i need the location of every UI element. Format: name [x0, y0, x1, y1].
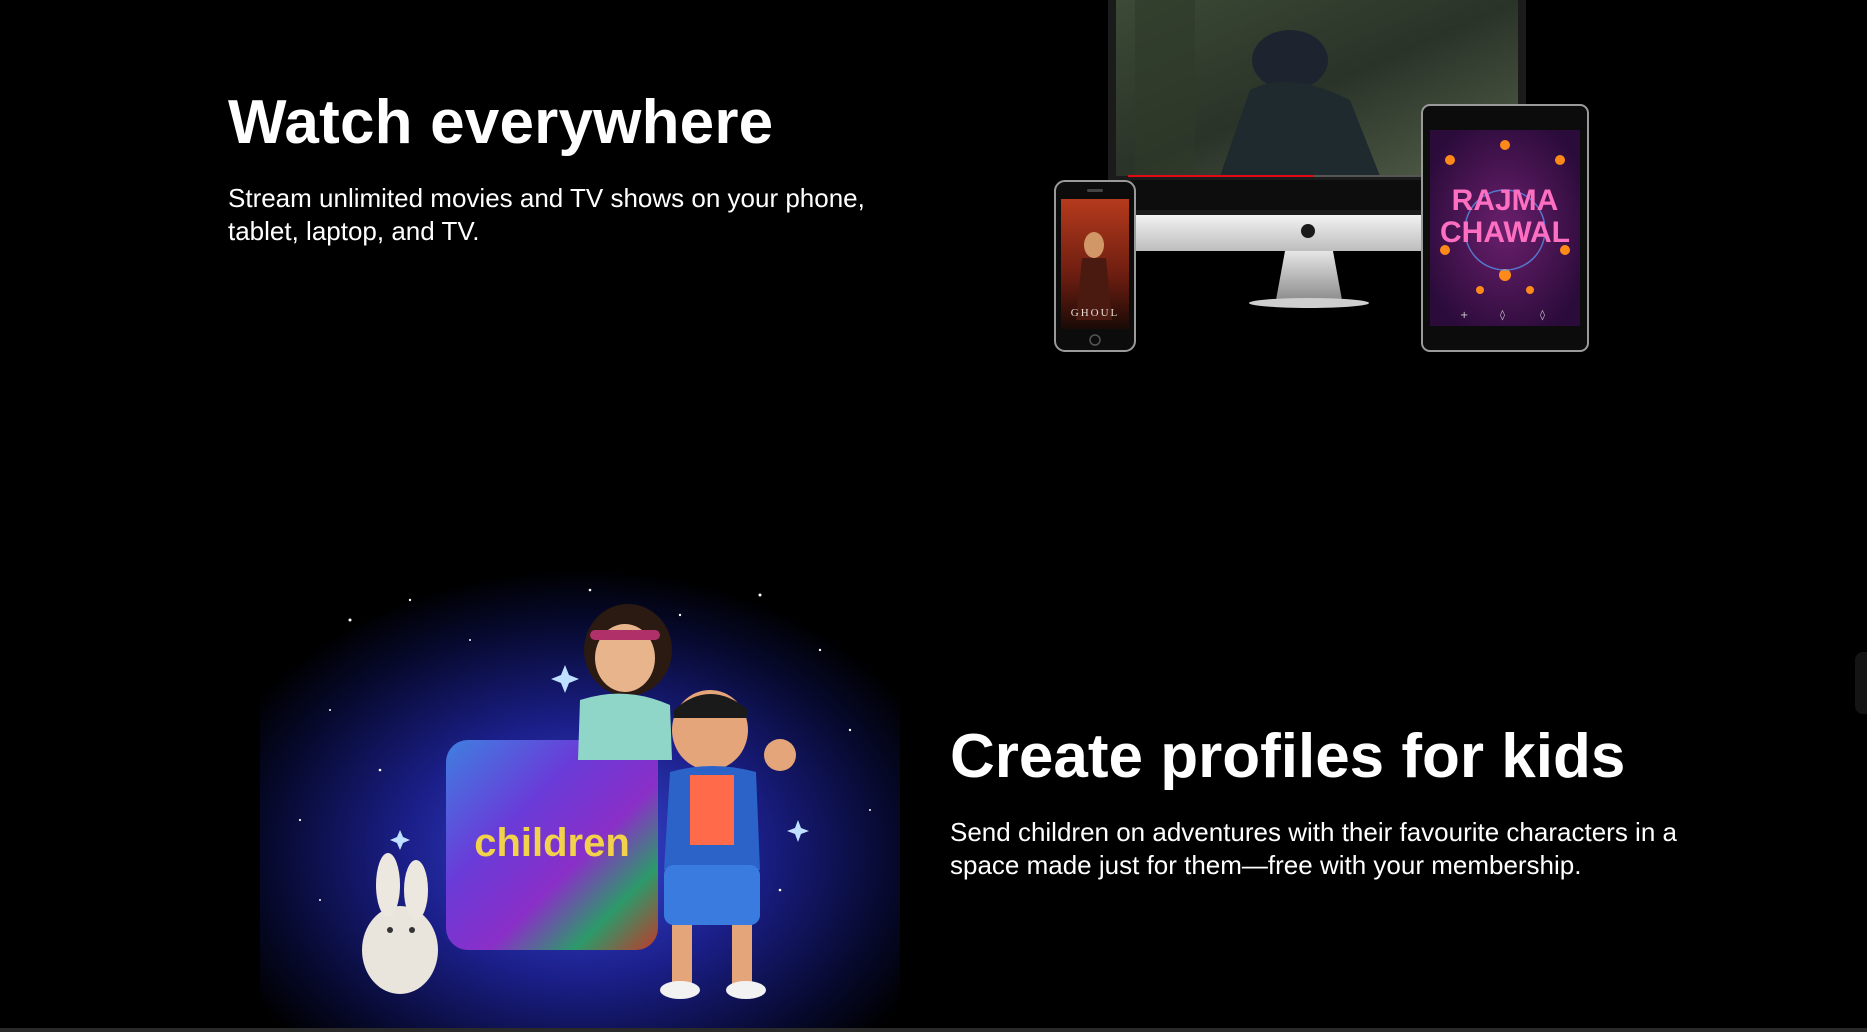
section-divider [0, 1028, 1867, 1032]
devices-illustration: GHOUL RAJMA CHAWAL + ◊ ◊ [1054, 0, 1589, 352]
monitor-stand [1276, 251, 1342, 300]
side-scroll-tab[interactable] [1855, 652, 1867, 714]
kids-profiles-description: Send children on adventures with their f… [950, 817, 1677, 880]
children-badge-label: children [474, 821, 630, 865]
apple-logo-icon [1301, 224, 1315, 238]
tablet-device: RAJMA CHAWAL + ◊ ◊ [1421, 104, 1589, 352]
playback-progress [1128, 175, 1314, 177]
kids-illustration: children [260, 560, 900, 1030]
plus-icon: + [1460, 310, 1468, 321]
kids-profiles-section: children Create profiles for kids Send c… [0, 560, 1867, 1030]
share-icon: ◊ [1540, 309, 1545, 321]
watch-everywhere-description: Stream unlimited movies and TV shows on … [228, 183, 865, 246]
watch-everywhere-title: Watch everywhere [228, 88, 774, 157]
tablet-poster-title-line1: RAJMA [1452, 184, 1559, 217]
thumb-icon: ◊ [1500, 309, 1505, 321]
watch-everywhere-section: Watch everywhere Stream unlimited movies… [0, 0, 1867, 520]
phone-device: GHOUL [1054, 180, 1136, 352]
tablet-poster-title-line2: CHAWAL [1440, 216, 1570, 249]
page: Watch everywhere Stream unlimited movies… [0, 0, 1867, 1032]
phone-poster-title: GHOUL [1071, 307, 1120, 319]
kids-profiles-title: Create profiles for kids [950, 722, 1626, 791]
